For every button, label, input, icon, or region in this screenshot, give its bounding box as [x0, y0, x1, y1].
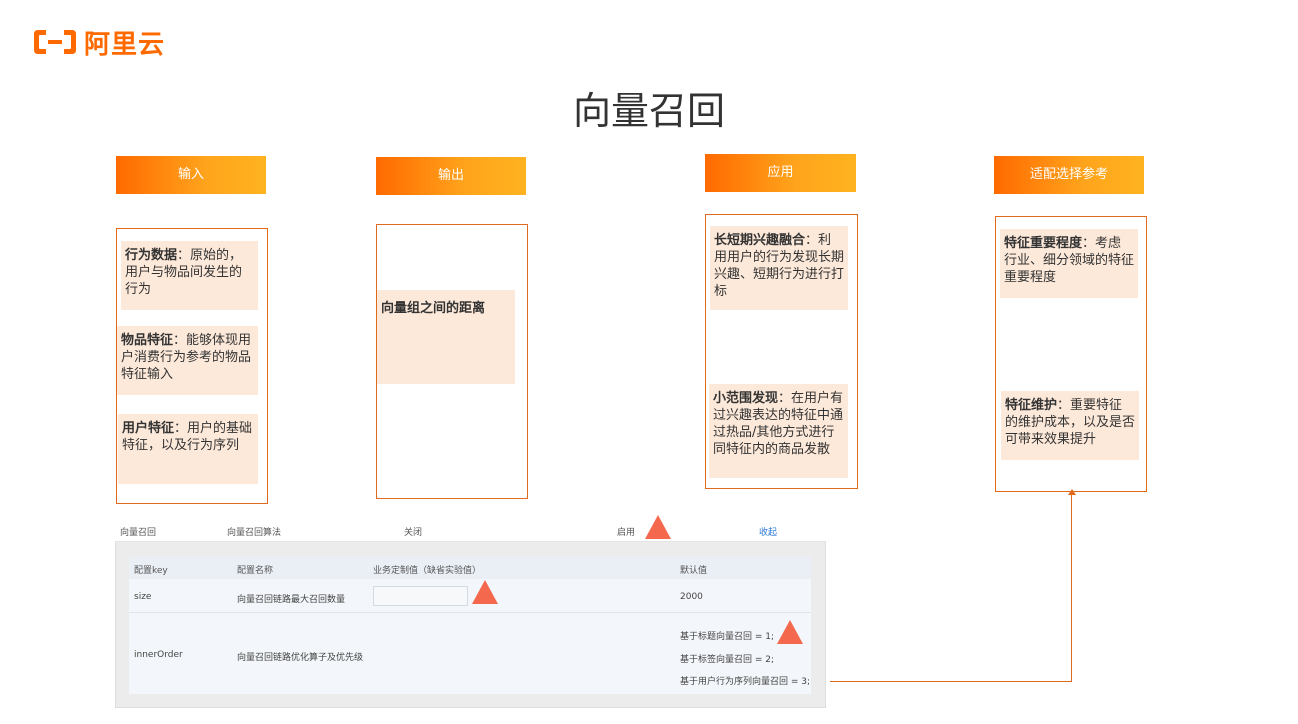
row-size-custom-input[interactable] [373, 586, 468, 606]
page-title: 向量召回 [572, 89, 725, 133]
apply-header: 应用 [705, 154, 856, 192]
input-card-behavior: 行为数据：原始的，用户与物品间发生的行为 [121, 241, 258, 310]
th-default: 默认值 [680, 566, 708, 576]
output-card-distance: 向量组之间的距离 [377, 290, 515, 384]
apply-card-interest-fusion: 长短期兴趣融合：利用用户的行为发现长期兴趣、短期行为进行打标 [710, 226, 848, 310]
config-table-head: 配置key 配置名称 业务定制值（缺省实验值） 默认值 [129, 557, 811, 579]
config-row-header: 向量召回 向量召回算法 关闭 启用 收起 [115, 518, 826, 542]
ref-card-importance: 特征重要程度：考虑行业、细分领域的特征重要程度 [1000, 229, 1138, 298]
row-order-key: innerOrder [134, 650, 183, 660]
marker-triangle-1 [645, 515, 671, 539]
output-header: 输出 [376, 157, 526, 195]
th-custom: 业务定制值（缺省实验值） [373, 566, 482, 576]
config-name: 向量召回 [120, 528, 157, 538]
th-name: 配置名称 [237, 566, 274, 576]
input-card-item-feature: 物品特征：能够体现用户消费行为参考的物品特征输入 [117, 326, 258, 395]
collapse-link[interactable]: 收起 [759, 525, 777, 538]
input-header: 输入 [116, 156, 266, 194]
row-order-default-1: 基于标题向量召回 = 1; [680, 632, 775, 642]
config-algo: 向量召回算法 [227, 528, 282, 538]
row-size-default: 2000 [680, 592, 703, 602]
ref-card-maintenance: 特征维护：重要特征的维护成本，以及是否可带来效果提升 [1001, 391, 1139, 460]
row-divider [129, 612, 811, 613]
th-key: 配置key [134, 566, 168, 576]
connector-line-v [1071, 494, 1072, 682]
input-card-user-feature: 用户特征：用户的基础特征，以及行为序列 [118, 414, 258, 484]
aliyun-logo-icon [34, 30, 76, 54]
row-order-default-3: 基于用户行为序列向量召回 = 3; [680, 677, 811, 687]
ref-header: 适配选择参考 [994, 156, 1144, 194]
row-size-name: 向量召回链路最大召回数量 [237, 595, 346, 605]
row-order-name: 向量召回链路优化算子及优先级 [237, 653, 364, 663]
apply-card-small-discovery: 小范围发现：在用户有过兴趣表达的特征中通过热品/其他方式进行同特征内的商品发散 [709, 384, 848, 478]
connector-line-h [830, 681, 1072, 682]
brand-name: 阿里云 [84, 29, 166, 60]
config-off-option[interactable]: 关闭 [404, 525, 422, 538]
marker-triangle-2 [472, 580, 498, 604]
row-size-key: size [134, 592, 152, 602]
row-order-default-2: 基于标签向量召回 = 2; [680, 655, 775, 665]
arrow-up-icon [1068, 489, 1076, 495]
config-on-option[interactable]: 启用 [617, 525, 635, 538]
aliyun-logo: 阿里云 [32, 26, 166, 60]
marker-triangle-3 [777, 620, 803, 644]
